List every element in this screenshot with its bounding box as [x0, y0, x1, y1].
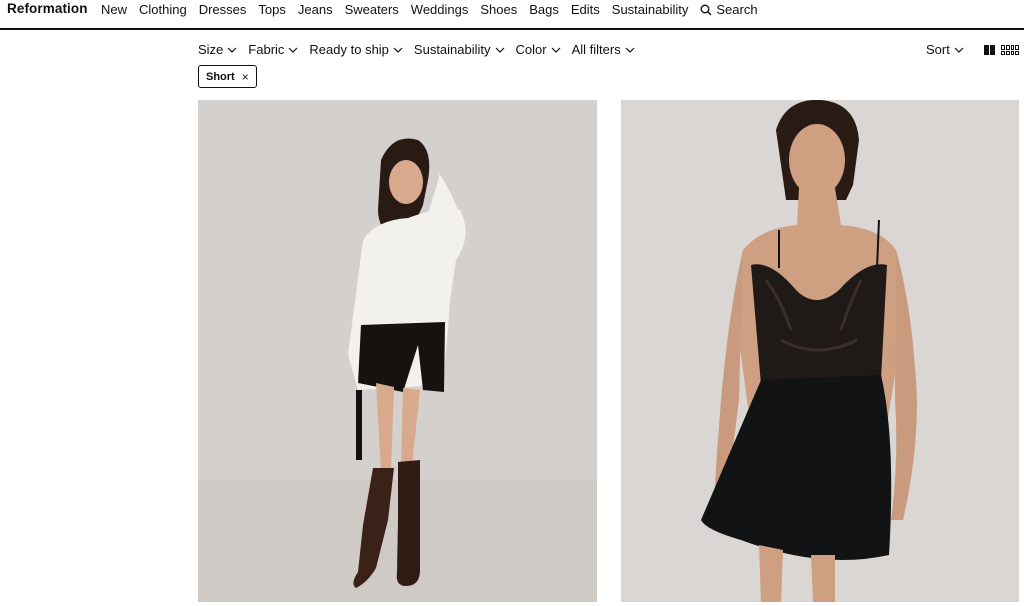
chevron-down-icon — [954, 47, 964, 53]
nav-item-weddings[interactable]: Weddings — [411, 2, 469, 17]
product-photo-icon — [621, 100, 1019, 602]
filter-label: Color — [515, 42, 547, 57]
chevron-down-icon — [551, 47, 561, 53]
filter-sustainability[interactable]: Sustainability — [414, 42, 505, 57]
nav-item-jeans[interactable]: Jeans — [298, 2, 333, 17]
chevron-down-icon — [625, 47, 635, 53]
nav-item-dresses[interactable]: Dresses — [199, 2, 247, 17]
nav-item-new[interactable]: New — [101, 2, 127, 17]
nav-item-sustainability[interactable]: Sustainability — [612, 2, 689, 17]
chevron-down-icon — [227, 47, 237, 53]
sort-label: Sort — [926, 42, 950, 57]
product-photo-icon — [198, 100, 597, 602]
nav-item-bags[interactable]: Bags — [529, 2, 559, 17]
filter-label: Fabric — [248, 42, 285, 57]
chip-label: Short — [206, 70, 235, 83]
chevron-down-icon — [288, 47, 298, 53]
filter-all-filters[interactable]: All filters — [572, 42, 635, 57]
active-filter-chip[interactable]: Short × — [198, 65, 257, 88]
brand-logo[interactable]: Reformation — [7, 1, 88, 16]
close-icon[interactable]: × — [242, 70, 249, 84]
search-icon — [700, 4, 712, 15]
chevron-down-icon — [495, 47, 504, 53]
filter-bar: Size Fabric Ready to ship Sustainability… — [198, 42, 646, 57]
search-button[interactable]: Search — [700, 2, 758, 17]
nav-links: New Clothing Dresses Tops Jeans Sweaters… — [101, 2, 758, 17]
grid-view-4col-icon[interactable] — [1001, 45, 1019, 55]
filter-color[interactable]: Color — [516, 42, 561, 57]
filter-label: All filters — [571, 42, 621, 57]
sort-dropdown[interactable]: Sort — [926, 42, 964, 57]
nav-item-shoes[interactable]: Shoes — [480, 2, 517, 17]
top-navigation: Reformation New Clothing Dresses Tops Je… — [0, 0, 1024, 30]
product-card[interactable] — [198, 100, 597, 602]
nav-item-tops[interactable]: Tops — [258, 2, 285, 17]
product-card[interactable] — [621, 100, 1019, 602]
search-label: Search — [716, 2, 758, 17]
filter-label: Ready to ship — [309, 42, 389, 57]
nav-item-sweaters[interactable]: Sweaters — [345, 2, 399, 17]
nav-item-clothing[interactable]: Clothing — [139, 2, 187, 17]
filter-fabric[interactable]: Fabric — [248, 42, 298, 57]
filter-size[interactable]: Size — [198, 42, 237, 57]
filter-ready-to-ship[interactable]: Ready to ship — [309, 42, 403, 57]
nav-item-edits[interactable]: Edits — [571, 2, 600, 17]
filter-label: Size — [198, 42, 224, 57]
filter-label: Sustainability — [413, 42, 491, 57]
chevron-down-icon — [393, 47, 403, 53]
grid-view-2col-icon[interactable] — [984, 45, 995, 55]
